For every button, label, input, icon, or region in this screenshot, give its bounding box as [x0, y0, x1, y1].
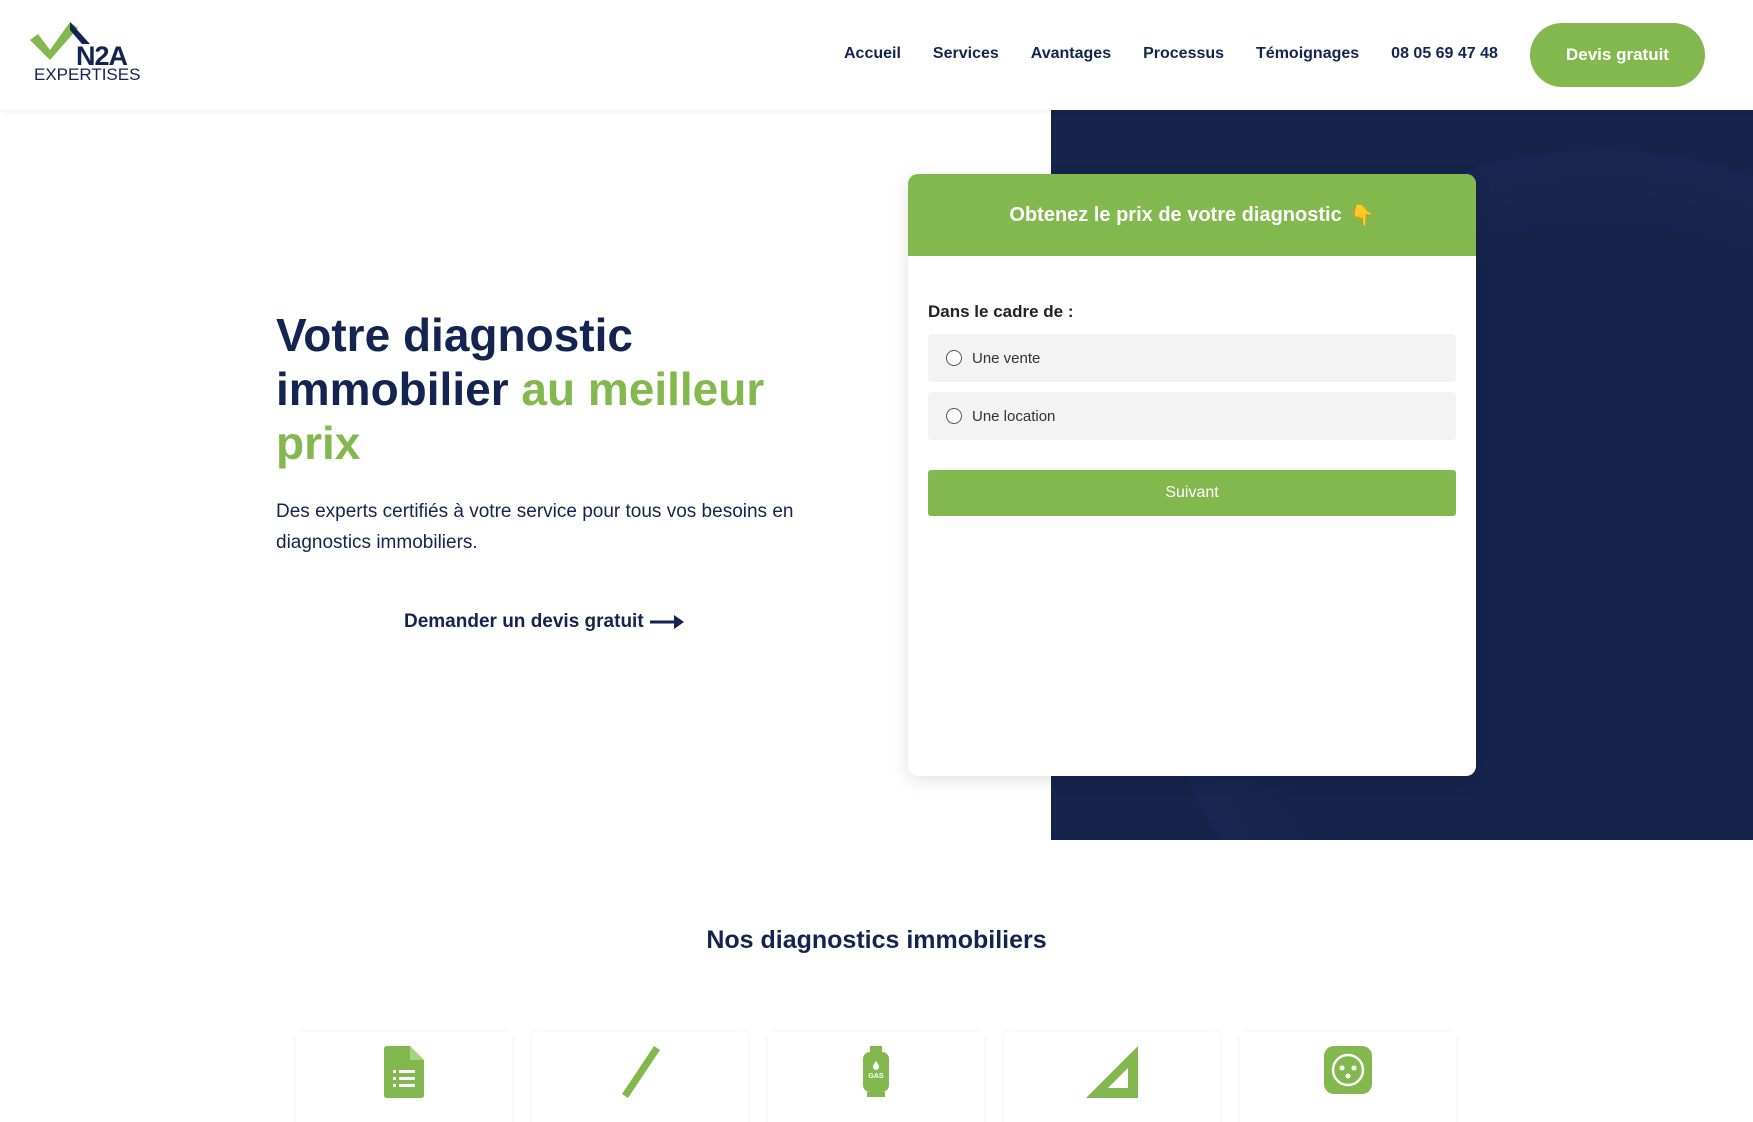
- pointing-down-icon: 👇: [1349, 204, 1375, 227]
- hero-subtitle: Des experts certifiés à votre service po…: [276, 501, 794, 553]
- services-title: Nos diagnostics immobiliers: [706, 926, 1047, 954]
- arrow-right-icon: [649, 615, 684, 629]
- pencil-icon: [622, 1046, 660, 1098]
- option-location[interactable]: Une location: [928, 392, 1456, 440]
- next-button[interactable]: Suivant: [928, 470, 1456, 516]
- nav-services[interactable]: Services: [933, 45, 999, 63]
- gas-label: GAS: [868, 1073, 884, 1080]
- nav-accueil[interactable]: Accueil: [844, 45, 901, 63]
- form-header: Obtenez le prix de votre diagnostic 👇: [908, 174, 1476, 256]
- service-tile[interactable]: [1004, 1032, 1220, 1122]
- radio-location[interactable]: [946, 408, 962, 424]
- option-vente-label: Une vente: [972, 349, 1041, 367]
- devis-gratuit-button[interactable]: Devis gratuit: [1530, 23, 1705, 87]
- nav-phone[interactable]: 08 05 69 47 48: [1391, 45, 1498, 63]
- document-list-icon: [384, 1046, 424, 1098]
- request-quote-label: Demander un devis gratuit: [404, 611, 644, 632]
- services-tiles: GAS: [296, 1032, 1456, 1122]
- hero-title: Votre diagnostic immobilier au meilleur …: [276, 308, 836, 470]
- form-header-text: Obtenez le prix de votre diagnostic: [1009, 203, 1342, 226]
- service-tile[interactable]: [1240, 1032, 1456, 1122]
- main-nav: Accueil Services Avantages Processus Tém…: [844, 45, 1530, 63]
- request-quote-link[interactable]: Demander un devis gratuit: [404, 611, 684, 633]
- set-square-icon: [1086, 1046, 1138, 1098]
- nav-processus[interactable]: Processus: [1143, 45, 1224, 63]
- form-label: Dans le cadre de :: [928, 302, 1074, 321]
- price-form-card: Obtenez le prix de votre diagnostic 👇 Da…: [908, 174, 1476, 776]
- n2a-logo[interactable]: N2A EXPERTISES: [30, 20, 140, 84]
- nav-avantages[interactable]: Avantages: [1031, 45, 1111, 63]
- site-header: N2A EXPERTISES Accueil Services Avantage…: [0, 0, 1753, 110]
- option-location-label: Une location: [972, 407, 1056, 425]
- option-vente[interactable]: Une vente: [928, 334, 1456, 382]
- service-tile[interactable]: GAS: [768, 1032, 984, 1122]
- radio-vente[interactable]: [946, 350, 962, 366]
- service-tile[interactable]: [532, 1032, 748, 1122]
- logo-subtitle: EXPERTISES: [34, 65, 141, 84]
- gas-bottle-icon: GAS: [863, 1046, 889, 1097]
- electric-socket-icon: [1324, 1046, 1372, 1094]
- service-tile[interactable]: [296, 1032, 512, 1122]
- nav-temoignages[interactable]: Témoignages: [1256, 45, 1359, 63]
